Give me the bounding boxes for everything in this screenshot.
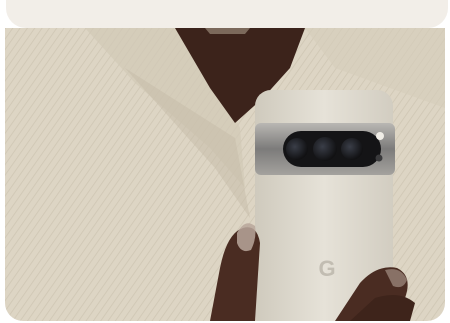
product-photo: G (5, 28, 445, 321)
flash-icon (376, 132, 384, 140)
sensor-icon (375, 154, 383, 162)
lens-icon (286, 138, 308, 160)
card-header-area (6, 0, 448, 28)
brand-logo-icon: G (318, 256, 335, 281)
lens-icon (341, 138, 363, 160)
promo-card: G (0, 0, 450, 323)
phone-in-hand-illustration: G (5, 28, 445, 321)
lens-icon (313, 137, 337, 161)
